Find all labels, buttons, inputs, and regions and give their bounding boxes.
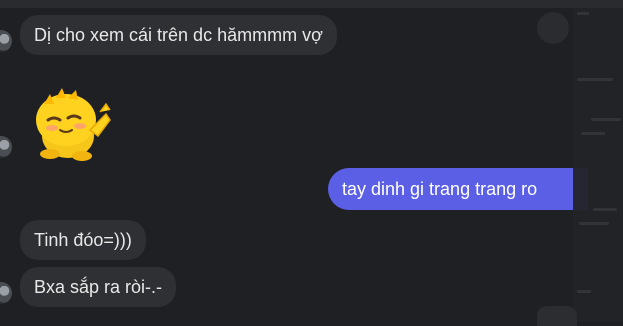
message-text: Bxa sắp ra ròi-.- [34, 277, 163, 297]
message-bubble-incoming[interactable]: Bxa sắp ra ròi-.- [20, 267, 177, 307]
panel-mark [593, 208, 617, 211]
message-text: Tinh đóo=))) [34, 230, 132, 250]
panel-mark [581, 132, 605, 135]
panel-mark [577, 78, 613, 81]
message-bubble-incoming[interactable]: Dị cho xem cái trên dc hămmmm vợ [20, 15, 337, 55]
yellow-chick-wink-sticker[interactable] [30, 84, 114, 164]
message-text: Dị cho xem cái trên dc hămmmm vợ [34, 25, 323, 45]
message-bubble-outgoing[interactable]: tay dinh gi trang trang ro [328, 168, 588, 210]
top-bar [0, 0, 623, 8]
avatar[interactable] [0, 282, 12, 304]
message-text: tay dinh gi trang trang ro [342, 179, 538, 199]
panel-mark [577, 12, 589, 15]
scroll-button[interactable] [537, 12, 569, 44]
side-panel [573, 8, 623, 321]
composer-edge [537, 306, 577, 326]
panel-mark [579, 222, 609, 225]
avatar[interactable] [0, 136, 12, 158]
avatar[interactable] [0, 30, 12, 52]
panel-mark [577, 290, 591, 293]
panel-mark [591, 118, 621, 121]
message-bubble-incoming[interactable]: Tinh đóo=))) [20, 220, 146, 260]
